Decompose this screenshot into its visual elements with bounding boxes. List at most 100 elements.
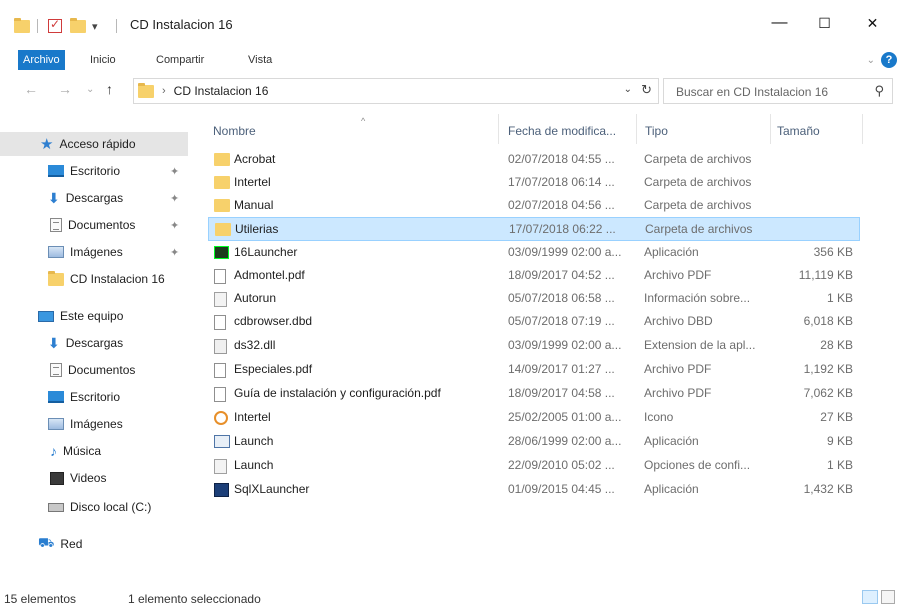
sidebar-item-documentos[interactable]: Documentos ✦ [0, 213, 188, 237]
qa-separator [37, 18, 38, 34]
file-row[interactable]: Autorun 05/07/2018 06:58 ... Información… [208, 287, 860, 311]
pdf-file-icon [214, 363, 226, 378]
sidebar-item-imagenes-pc[interactable]: Imágenes [0, 412, 188, 436]
sidebar-item-cd-instalacion[interactable]: CD Instalacion 16 [0, 267, 188, 291]
tab-vista[interactable]: Vista [248, 50, 272, 70]
downloads-icon: ⬇ [48, 189, 60, 206]
sidebar-item-quick-access[interactable]: ★ Acceso rápido [0, 132, 188, 156]
sidebar-item-descargas-pc[interactable]: ⬇ Descargas [0, 331, 188, 355]
file-row[interactable]: Guía de instalación y configuración.pdf … [208, 382, 860, 406]
pdf-file-icon [214, 269, 226, 284]
desktop-icon [48, 165, 64, 177]
navigation-bar: ← → ⌄ ↑ › CD Instalacion 16 ⌄ ↻ Buscar e… [0, 78, 897, 104]
tab-archivo[interactable]: Archivo [18, 50, 65, 70]
file-row[interactable]: Admontel.pdf 18/09/2017 04:52 ... Archiv… [208, 264, 860, 288]
status-bar: 15 elementos 1 elemento seleccionado [0, 588, 897, 608]
column-divider[interactable] [636, 114, 637, 144]
forward-button[interactable]: → [58, 81, 72, 97]
folder-icon [214, 176, 230, 189]
column-divider[interactable] [770, 114, 771, 144]
videos-icon [50, 471, 64, 485]
large-icons-view-button[interactable] [881, 590, 895, 604]
maximize-button[interactable]: ☐ [802, 8, 847, 38]
sidebar-item-descargas[interactable]: ⬇ Descargas ✦ [0, 186, 188, 210]
tab-compartir[interactable]: Compartir [156, 50, 204, 70]
sidebar-item-musica[interactable]: ♪ Música [0, 439, 188, 463]
refresh-icon[interactable]: ↻ [641, 82, 652, 98]
documents-icon [50, 218, 62, 232]
sidebar-item-escritorio-pc[interactable]: Escritorio [0, 385, 188, 409]
file-row[interactable]: Intertel 17/07/2018 06:14 ... Carpeta de… [208, 171, 860, 195]
close-button[interactable]: ✕ [850, 8, 895, 38]
application-icon [214, 246, 229, 259]
file-row[interactable]: Intertel 25/02/2005 01:00 a... Icono 27 … [208, 406, 860, 430]
details-view-button[interactable] [862, 590, 878, 604]
pictures-icon [48, 246, 64, 258]
sidebar-item-red[interactable]: ⛟ Red [0, 532, 188, 556]
properties-icon[interactable] [48, 17, 62, 34]
file-row[interactable]: Launch 22/09/2010 05:02 ... Opciones de … [208, 454, 860, 478]
file-row[interactable]: Acrobat 02/07/2018 04:55 ... Carpeta de … [208, 148, 860, 172]
folder-icon [215, 223, 231, 236]
dll-file-icon [214, 339, 227, 354]
network-icon: ⛟ [38, 535, 55, 550]
search-input[interactable]: Buscar en CD Instalacion 16 ⚲ [663, 78, 893, 104]
file-row[interactable]: Launch 28/06/1999 02:00 a... Aplicación … [208, 430, 860, 454]
back-button[interactable]: ← [24, 81, 38, 97]
this-pc-icon [38, 310, 54, 322]
address-bar[interactable]: › CD Instalacion 16 ⌄ ↻ [133, 78, 659, 104]
file-icon [214, 315, 226, 330]
sidebar-item-imagenes[interactable]: Imágenes ✦ [0, 240, 188, 264]
ribbon-tabs: Archivo Inicio Compartir Vista ⌄ ? [0, 48, 897, 72]
file-row[interactable]: cdbrowser.dbd 05/07/2018 07:19 ... Archi… [208, 310, 860, 334]
column-divider[interactable] [498, 114, 499, 144]
pin-icon[interactable]: ✦ [170, 246, 179, 259]
file-row[interactable]: ds32.dll 03/09/1999 02:00 a... Extension… [208, 334, 860, 358]
file-list: Nombre ^ Fecha de modifica... Tipo Tamañ… [200, 110, 897, 580]
customize-quick-access-dropdown[interactable]: ▾ [92, 18, 98, 34]
breadcrumb-separator[interactable]: › [162, 85, 166, 97]
expand-ribbon-icon[interactable]: ⌄ [867, 55, 875, 66]
pin-icon[interactable]: ✦ [170, 165, 179, 178]
item-count: 15 elementos [4, 592, 77, 606]
pictures-icon [48, 418, 64, 430]
sidebar-item-documentos-pc[interactable]: Documentos [0, 358, 188, 382]
local-disk-icon [48, 502, 64, 512]
file-row[interactable]: SqlXLauncher 01/09/2015 04:45 ... Aplica… [208, 478, 860, 502]
sidebar-item-este-equipo[interactable]: Este equipo [0, 304, 188, 328]
search-icon[interactable]: ⚲ [874, 83, 884, 99]
icon-file-icon [214, 411, 228, 425]
tab-inicio[interactable]: Inicio [90, 50, 116, 70]
setup-info-icon [214, 292, 227, 307]
file-row-selected[interactable]: Utilerias 17/07/2018 06:22 ... Carpeta d… [208, 217, 860, 241]
sort-ascending-icon: ^ [361, 116, 366, 126]
pin-icon[interactable]: ✦ [170, 192, 179, 205]
navigation-pane: ★ Acceso rápido Escritorio ✦ ⬇ Descargas… [0, 110, 196, 580]
sidebar-item-disco-local[interactable]: Disco local (C:) [0, 495, 188, 519]
recent-locations-dropdown[interactable]: ⌄ [86, 84, 94, 95]
folder-icon [48, 270, 64, 286]
music-icon: ♪ [50, 443, 57, 459]
help-icon[interactable]: ? [881, 52, 897, 68]
minimize-button[interactable]: — [757, 8, 802, 38]
folder-icon [214, 199, 230, 212]
selection-count: 1 elemento seleccionado [128, 592, 261, 606]
downloads-icon: ⬇ [48, 334, 60, 351]
file-row[interactable]: 16Launcher 03/09/1999 02:00 a... Aplicac… [208, 241, 860, 265]
pin-icon[interactable]: ✦ [170, 219, 179, 232]
file-row[interactable]: Especiales.pdf 14/09/2017 01:27 ... Arch… [208, 358, 860, 382]
application-icon [214, 483, 229, 497]
config-file-icon [214, 459, 227, 474]
file-row[interactable]: Manual 02/07/2018 04:56 ... Carpeta de a… [208, 194, 860, 218]
star-icon: ★ [40, 136, 54, 153]
column-divider[interactable] [862, 114, 863, 144]
new-folder-icon[interactable] [70, 17, 86, 34]
address-dropdown-icon[interactable]: ⌄ [624, 84, 632, 95]
breadcrumb-current[interactable]: CD Instalacion 16 [174, 84, 269, 98]
sidebar-item-videos[interactable]: Videos [0, 466, 188, 490]
folder-icon [214, 153, 230, 166]
up-button[interactable]: ↑ [106, 81, 113, 97]
documents-icon [50, 363, 62, 377]
sidebar-item-escritorio[interactable]: Escritorio ✦ [0, 159, 188, 183]
desktop-icon [48, 391, 64, 403]
